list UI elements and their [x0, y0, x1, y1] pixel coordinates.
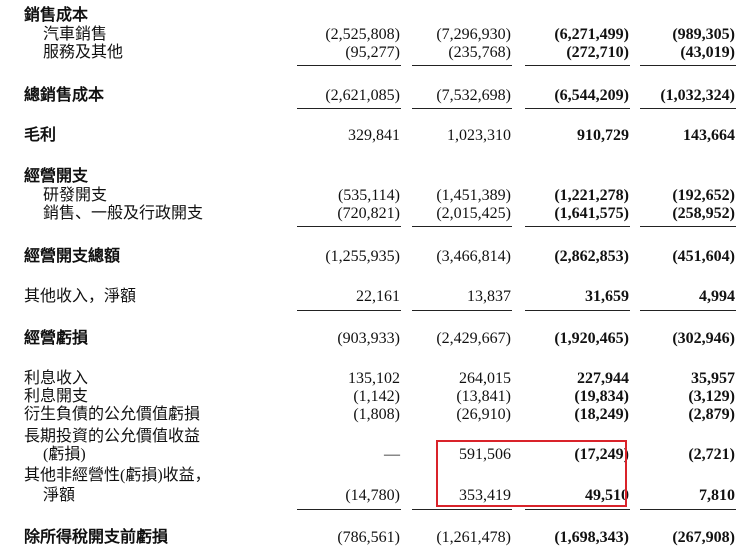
row-label-gross-profit: 毛利 — [24, 127, 57, 144]
row-label-vehicle-sales: 汽車銷售 — [43, 26, 108, 43]
cell: (19,834) — [574, 388, 629, 405]
cell: 910,729 — [577, 127, 629, 144]
cell: (26,910) — [456, 406, 511, 423]
cell: (7,532,698) — [436, 87, 511, 104]
row-label-rnd: 研發開支 — [43, 187, 108, 204]
cell: 13,837 — [467, 288, 511, 305]
cell: 329,841 — [348, 127, 400, 144]
row-label-derivative-loss: 衍生負債的公允價值虧損 — [24, 406, 201, 423]
row-label-net-cont: 淨額 — [43, 487, 76, 504]
cell: (1,808) — [353, 406, 400, 423]
row-label-cost-of-sales: 銷售成本 — [24, 7, 89, 24]
underline — [297, 226, 401, 227]
cell: (1,032,324) — [660, 87, 735, 104]
row-label-other-income-net: 其他收入，淨額 — [24, 288, 137, 305]
cell: (2,721) — [688, 446, 735, 463]
cell: (43,019) — [680, 44, 735, 61]
underline — [412, 310, 512, 311]
cell: (258,952) — [672, 205, 735, 222]
cell: (1,255,935) — [325, 248, 400, 265]
cell: 22,161 — [356, 288, 400, 305]
row-label-total-cost-of-sales: 總銷售成本 — [24, 87, 105, 104]
cell: — — [384, 446, 400, 463]
cell: 227,944 — [577, 370, 629, 387]
cell: 35,957 — [691, 370, 735, 387]
underline — [640, 226, 736, 227]
cell: (1,451,389) — [436, 187, 511, 204]
underline — [297, 310, 401, 311]
cell: (267,908) — [672, 529, 735, 546]
cell: (2,525,808) — [325, 26, 400, 43]
cell: (7,296,930) — [436, 26, 511, 43]
cell: (451,604) — [672, 248, 735, 265]
cell: (989,305) — [672, 26, 735, 43]
underline — [640, 509, 736, 510]
underline — [525, 226, 630, 227]
cell: (2,429,667) — [436, 330, 511, 347]
cell: (786,561) — [337, 529, 400, 546]
cell: (192,652) — [672, 187, 735, 204]
underline — [525, 108, 630, 109]
cell: (2,621,085) — [325, 87, 400, 104]
row-label-operating-expenses: 經營開支 — [24, 168, 89, 185]
row-label-loss-from-operations: 經營虧損 — [24, 330, 89, 347]
cell: (2,879) — [688, 406, 735, 423]
underline — [640, 65, 736, 66]
cell: 143,664 — [683, 127, 735, 144]
underline — [412, 509, 512, 510]
cell: (18,249) — [574, 406, 629, 423]
cell: (6,544,209) — [554, 87, 629, 104]
underline — [297, 509, 401, 510]
cell: 1,023,310 — [447, 127, 511, 144]
cell: (1,142) — [353, 388, 400, 405]
row-label-sga: 銷售、一般及行政開支 — [43, 205, 204, 222]
cell: (1,698,343) — [554, 529, 629, 546]
underline — [525, 509, 630, 510]
underline — [525, 310, 630, 311]
cell: (2,862,853) — [554, 248, 629, 265]
cell: (2,015,425) — [436, 205, 511, 222]
cell: 7,810 — [699, 487, 735, 504]
cell: (1,641,575) — [554, 205, 629, 222]
cell: 135,102 — [348, 370, 400, 387]
cell: (1,920,465) — [554, 330, 629, 347]
cell: (3,129) — [688, 388, 735, 405]
underline — [412, 65, 512, 66]
cell: (903,933) — [337, 330, 400, 347]
underline — [525, 65, 630, 66]
row-label-services-other: 服務及其他 — [43, 44, 124, 61]
cell: 264,015 — [459, 370, 511, 387]
cell: (14,780) — [345, 487, 400, 504]
cell: 31,659 — [585, 288, 629, 305]
underline — [640, 310, 736, 311]
cell: (535,114) — [337, 187, 400, 204]
row-label-total-operating-expenses: 經營開支總額 — [24, 248, 121, 265]
cell: 4,994 — [699, 288, 735, 305]
cell: (1,261,478) — [436, 529, 511, 546]
row-label-loss-cont: (虧損) — [43, 446, 86, 463]
cell: (1,221,278) — [554, 187, 629, 204]
cell: (272,710) — [566, 44, 629, 61]
cell: (6,271,499) — [554, 26, 629, 43]
cell: (302,946) — [672, 330, 735, 347]
row-label-interest-expense: 利息開支 — [24, 388, 89, 405]
cell: (3,466,814) — [436, 248, 511, 265]
cell: (235,768) — [448, 44, 511, 61]
underline — [297, 65, 401, 66]
cell: (95,277) — [345, 44, 400, 61]
underline — [297, 108, 401, 109]
row-label-long-term-investment: 長期投資的公允價值收益 — [24, 428, 201, 445]
underline — [640, 108, 736, 109]
underline — [412, 108, 512, 109]
highlight-box — [436, 440, 627, 507]
underline — [412, 226, 512, 227]
row-label-loss-before-tax: 除所得稅開支前虧損 — [24, 529, 169, 546]
cell: (13,841) — [456, 388, 511, 405]
row-label-other-non-operating: 其他非經營性(虧損)收益， — [24, 467, 211, 484]
cell: (720,821) — [337, 205, 400, 222]
row-label-interest-income: 利息收入 — [24, 370, 89, 387]
